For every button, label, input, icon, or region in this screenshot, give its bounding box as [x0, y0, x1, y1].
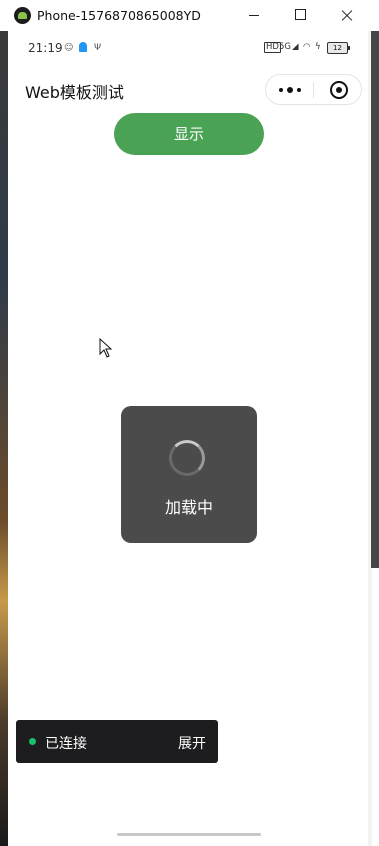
show-button[interactable]: 显示 [114, 113, 264, 155]
close-window-button[interactable] [323, 0, 369, 31]
maximize-button[interactable] [277, 0, 323, 31]
page-title: Web模板测试 [25, 83, 124, 102]
usb-icon: Ψ [94, 43, 102, 53]
charging-icon: ϟ [315, 42, 321, 52]
desktop-background-strip [0, 31, 8, 846]
minimize-button[interactable] [231, 0, 277, 31]
capsule-divider [313, 82, 314, 98]
battery-icon: 12 [327, 42, 350, 54]
network-type: 5G [279, 42, 291, 52]
expand-button[interactable]: 展开 [178, 733, 206, 753]
signal-icon: ◢ [292, 42, 299, 52]
status-time: 21:19 [28, 41, 63, 55]
nav-bar: Web模板测试 [8, 63, 368, 115]
connection-status: 已连接 [45, 736, 87, 752]
capsule-menu [265, 74, 362, 105]
loading-spinner-icon [169, 440, 205, 476]
wifi-icon: ◠ [303, 42, 311, 52]
loading-toast: 加载中 [121, 406, 257, 543]
home-indicator[interactable] [117, 833, 261, 836]
scrollbar-thumb[interactable] [371, 31, 379, 568]
notification-bell-icon [79, 42, 87, 52]
window-title: Phone-1576870865008YD [37, 8, 201, 23]
mouse-cursor-icon [99, 338, 113, 358]
close-target-icon[interactable] [330, 81, 348, 99]
android-head-icon: ☺ [64, 43, 74, 53]
loading-label: 加载中 [164, 498, 213, 517]
connected-dot-icon [29, 738, 36, 745]
connection-panel: 已连接 展开 [16, 720, 218, 763]
window-titlebar: Phone-1576870865008YD [0, 0, 379, 32]
phone-status-bar: 21:19 ☺ Ψ HD 5G ◢ ◠ ϟ 12 [8, 31, 368, 63]
android-app-icon [14, 7, 31, 24]
more-dots-icon[interactable] [279, 87, 301, 93]
